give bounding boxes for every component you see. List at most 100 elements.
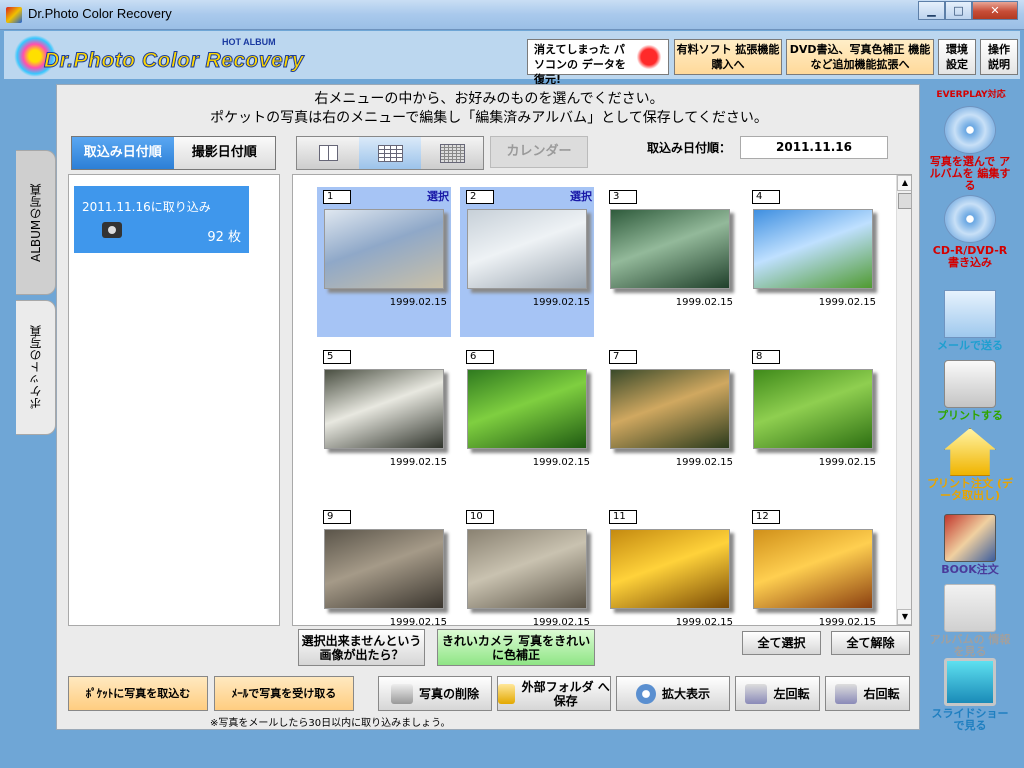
photo-cell[interactable]: 11 1999.02.15 xyxy=(603,507,737,625)
photo-date: 1999.02.15 xyxy=(818,457,876,468)
sort-by-shot-button[interactable]: 撮影日付順 xyxy=(173,137,275,169)
instruction-line-1: 右メニューの中から、お好みのものを選んでください。 xyxy=(314,91,664,107)
select-all-button[interactable]: 全て選択 xyxy=(742,631,821,655)
app-icon xyxy=(6,7,22,23)
sidebar-item-label: プリントする xyxy=(937,409,1003,422)
scroll-up-arrow-icon[interactable]: ▲ xyxy=(897,175,911,191)
import-date-list: 2011.11.16に取り込み 92 枚 xyxy=(68,174,280,626)
view-small-button[interactable] xyxy=(421,137,483,169)
photo-number: 11 xyxy=(609,510,637,524)
close-button[interactable]: ✕ xyxy=(972,1,1018,20)
import-group-item[interactable]: 2011.11.16に取り込み 92 枚 xyxy=(74,186,249,253)
gallery-scrollbar[interactable]: ▲ ▼ xyxy=(896,175,911,625)
mail-icon xyxy=(944,290,996,338)
photo-cell[interactable]: 5 1999.02.15 xyxy=(317,347,451,497)
rotate-left-button[interactable]: 左回転 xyxy=(735,676,820,711)
photo-thumbnail[interactable] xyxy=(467,209,587,289)
tab-album-photos[interactable]: ALBUMの写真 xyxy=(16,150,56,295)
photo-cell[interactable]: 8 1999.02.15 xyxy=(746,347,880,497)
photo-date: 1999.02.15 xyxy=(532,617,590,626)
delete-photo-label: 写真の削除 xyxy=(418,686,479,701)
photo-thumbnail[interactable] xyxy=(324,369,444,449)
photo-thumbnail[interactable] xyxy=(753,209,873,289)
data-restore-banner[interactable]: 消えてしまった パソコンの データを復元! xyxy=(527,39,669,86)
photo-cell[interactable]: 7 1999.02.15 xyxy=(603,347,737,497)
view-medium-button[interactable] xyxy=(359,137,421,169)
photo-cell[interactable]: 6 1999.02.15 xyxy=(460,347,594,497)
calendar-button[interactable]: カレンダー xyxy=(490,136,588,168)
current-date-display: 2011.11.16 xyxy=(740,136,888,159)
photo-number: 7 xyxy=(609,350,637,364)
sidebar-item[interactable]: スライドショー で見る xyxy=(926,658,1014,732)
selected-label: 選択 xyxy=(427,190,449,203)
deselect-all-button[interactable]: 全て解除 xyxy=(831,631,910,655)
sidebar-item[interactable]: プリント注文 (データ取出し) xyxy=(926,428,1014,502)
photo-cell[interactable]: 9 1999.02.15 xyxy=(317,507,451,625)
zoom-plus-icon xyxy=(635,683,656,704)
sort-toggle: 取込み日付順 撮影日付順 xyxy=(71,136,276,170)
rotate-right-button[interactable]: 右回転 xyxy=(825,676,910,711)
sidebar-item[interactable]: 写真を選んで アルバムを 編集する xyxy=(926,106,1014,192)
import-group-label: 2011.11.16に取り込み xyxy=(82,200,211,214)
photo-thumbnail[interactable] xyxy=(324,529,444,609)
photo-cell[interactable]: 2 選択 1999.02.15 xyxy=(460,187,594,337)
maximize-button[interactable]: □ xyxy=(945,1,972,20)
selected-label: 選択 xyxy=(570,190,592,203)
window-controls: ▁ □ ✕ xyxy=(918,1,1018,20)
zoom-button[interactable]: 拡大表示 xyxy=(616,676,730,711)
printer-icon xyxy=(944,360,996,408)
minimize-button[interactable]: ▁ xyxy=(918,1,945,20)
folder-icon xyxy=(498,683,516,704)
photo-thumbnail[interactable] xyxy=(753,369,873,449)
album-info-icon xyxy=(944,584,996,632)
sidebar-item[interactable]: CD-R/DVD-R 書き込み xyxy=(926,195,1014,269)
photo-number: 3 xyxy=(609,190,637,204)
unselectable-help-button[interactable]: 選択出来ませんという 画像が出たら？ xyxy=(298,629,425,666)
pocket-import-button[interactable]: ﾎﾟｹｯﾄに写真を取込む xyxy=(68,676,208,711)
logo-badge: HOT ALBUM xyxy=(222,37,276,47)
purchase-extension-button[interactable]: 有料ソフト 拡張機能購入へ xyxy=(674,39,782,75)
tab-pocket-photos[interactable]: ポケットの写真 xyxy=(16,300,56,435)
clean-camera-button[interactable]: きれいカメラ 写真をきれいに色補正 xyxy=(437,629,595,666)
rotate-left-icon xyxy=(745,683,768,704)
photo-thumbnail[interactable] xyxy=(467,529,587,609)
settings-button[interactable]: 環境 設定 xyxy=(938,39,976,75)
photo-cell[interactable]: 4 1999.02.15 xyxy=(746,187,880,337)
external-save-button[interactable]: 外部フォルダ へ保存 xyxy=(497,676,611,711)
photo-thumbnail[interactable] xyxy=(610,369,730,449)
photo-thumbnail[interactable] xyxy=(610,209,730,289)
sidebar-item[interactable]: プリントする xyxy=(926,360,1014,422)
sidebar-item-label: アルバムの 情報を見る xyxy=(929,633,1011,658)
help-button[interactable]: 操作 説明 xyxy=(980,39,1018,75)
photo-cell[interactable]: 10 1999.02.15 xyxy=(460,507,594,626)
photo-date: 1999.02.15 xyxy=(818,617,876,626)
window-title: Dr.Photo Color Recovery xyxy=(28,6,172,21)
trash-icon xyxy=(390,683,413,704)
photo-date: 1999.02.15 xyxy=(675,457,733,468)
scroll-down-arrow-icon[interactable]: ▼ xyxy=(897,609,911,625)
photo-cell[interactable]: 1 選択 1999.02.15 xyxy=(317,187,451,337)
sort-by-import-button[interactable]: 取込み日付順 xyxy=(72,137,174,169)
photo-cell[interactable]: 3 1999.02.15 xyxy=(603,187,737,337)
mail-receive-button[interactable]: ﾒｰﾙで写真を受け取る xyxy=(214,676,354,711)
sidebar-item[interactable]: アルバムの 情報を見る xyxy=(926,584,1014,658)
photo-thumbnail[interactable] xyxy=(610,529,730,609)
photo-cell[interactable]: 12 1999.02.15 xyxy=(746,507,880,626)
photo-date: 1999.02.15 xyxy=(532,297,590,308)
rotate-right-icon xyxy=(835,683,858,704)
photo-number: 9 xyxy=(323,510,351,524)
sidebar-item-label: 写真を選んで アルバムを 編集する xyxy=(929,155,1011,192)
photo-thumbnail[interactable] xyxy=(467,369,587,449)
mail-import-note: ※写真をメールしたら30日以内に取り込みましょう。 xyxy=(210,718,451,729)
photo-thumbnail[interactable] xyxy=(753,529,873,609)
delete-photo-button[interactable]: 写真の削除 xyxy=(378,676,492,711)
photo-thumbnail[interactable] xyxy=(324,209,444,289)
dvd-extension-button[interactable]: DVD書込、写真色補正 機能など追加機能拡張へ xyxy=(786,39,934,75)
logo-text: Dr.Photo Color Recovery xyxy=(43,49,305,73)
sidebar-item[interactable]: メールで送る xyxy=(926,290,1014,352)
slideshow-icon xyxy=(944,658,996,706)
scroll-thumb[interactable] xyxy=(898,193,911,209)
camera-icon xyxy=(102,222,122,238)
sidebar-item[interactable]: BOOK注文 xyxy=(926,514,1014,576)
view-large-button[interactable] xyxy=(297,137,359,169)
